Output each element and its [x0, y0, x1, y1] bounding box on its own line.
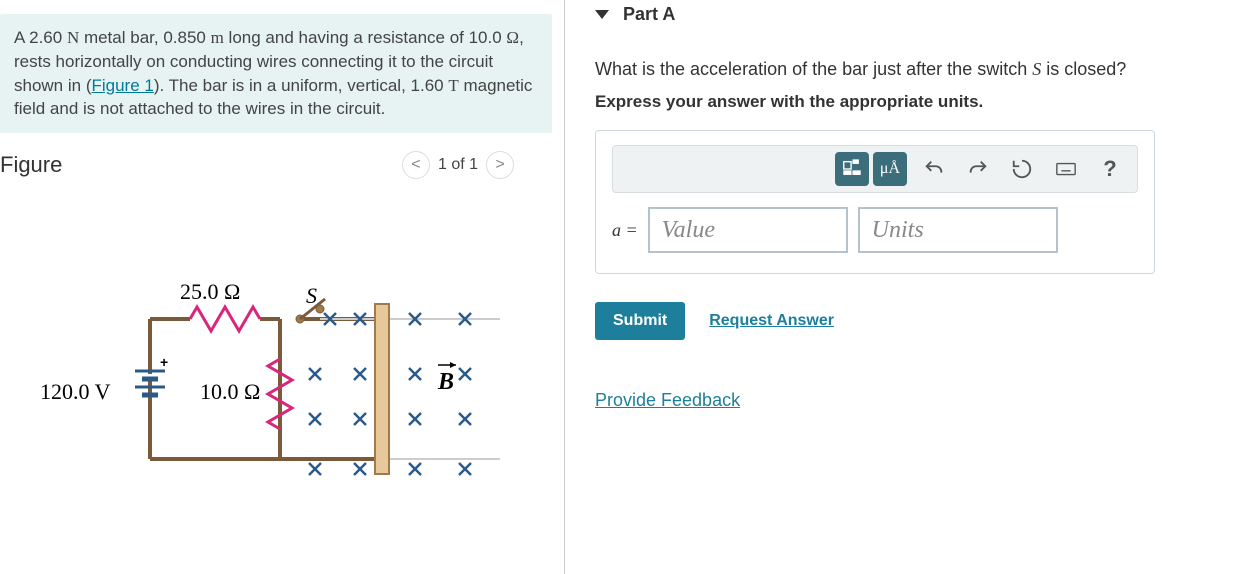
- svg-text:+: +: [160, 354, 168, 370]
- left-pane: A 2.60 N metal bar, 0.850 m long and hav…: [0, 0, 565, 574]
- undo-icon[interactable]: [917, 152, 951, 186]
- units-placeholder: Units: [872, 217, 924, 244]
- reset-icon[interactable]: [1005, 152, 1039, 186]
- answer-card: μÅ ? a = Value Units: [595, 130, 1155, 274]
- redo-icon[interactable]: [961, 152, 995, 186]
- part-a-header[interactable]: Part A: [595, 0, 1242, 45]
- next-figure-button[interactable]: >: [486, 151, 514, 179]
- instruction-text: Express your answer with the appropriate…: [595, 92, 1242, 112]
- unit: Ω: [506, 28, 519, 47]
- answer-row: a = Value Units: [612, 207, 1138, 253]
- part-title: Part A: [623, 4, 675, 25]
- units-icon[interactable]: μÅ: [873, 152, 907, 186]
- voltage-label: 120.0 V: [40, 379, 111, 404]
- answer-toolbar: μÅ ?: [612, 145, 1138, 193]
- request-answer-link[interactable]: Request Answer: [709, 312, 834, 330]
- r2-label: 10.0 Ω: [200, 379, 260, 404]
- value-placeholder: Value: [662, 217, 715, 244]
- unit: m: [211, 28, 224, 47]
- b-field-label: B: [437, 369, 454, 395]
- submit-button[interactable]: Submit: [595, 302, 685, 340]
- text: ). The bar is in a uniform, vertical, 1.…: [154, 76, 448, 95]
- figure-canvas[interactable]: 25.0 Ω S 10.0 Ω + 120.0 V: [0, 199, 564, 489]
- unit: N: [67, 28, 79, 47]
- figure-title: Figure: [0, 152, 62, 178]
- switch-label: S: [306, 283, 317, 308]
- figure-link[interactable]: Figure 1: [91, 76, 153, 95]
- question-text: What is the acceleration of the bar just…: [595, 57, 1242, 82]
- figure-header: Figure < 1 of 1 >: [0, 151, 564, 179]
- text: long and having a resistance of 10.0: [224, 28, 507, 47]
- collapse-icon: [595, 10, 609, 19]
- provide-feedback-link[interactable]: Provide Feedback: [595, 390, 740, 411]
- r1-label: 25.0 Ω: [180, 279, 240, 304]
- page-indicator: 1 of 1: [438, 156, 478, 174]
- equation-label: a =: [612, 220, 638, 241]
- help-icon[interactable]: ?: [1093, 152, 1127, 186]
- right-pane: Part A What is the acceleration of the b…: [565, 0, 1242, 574]
- units-input[interactable]: Units: [858, 207, 1058, 253]
- text: A 2.60: [14, 28, 67, 47]
- text: metal bar, 0.850: [79, 28, 210, 47]
- submit-row: Submit Request Answer: [595, 302, 1242, 340]
- circuit-diagram: 25.0 Ω S 10.0 Ω + 120.0 V: [10, 279, 510, 489]
- template-icon[interactable]: [835, 152, 869, 186]
- keyboard-icon[interactable]: [1049, 152, 1083, 186]
- problem-statement: A 2.60 N metal bar, 0.850 m long and hav…: [0, 14, 552, 133]
- prev-figure-button[interactable]: <: [402, 151, 430, 179]
- unit: T: [448, 76, 458, 95]
- figure-pager: < 1 of 1 >: [402, 151, 514, 179]
- value-input[interactable]: Value: [648, 207, 848, 253]
